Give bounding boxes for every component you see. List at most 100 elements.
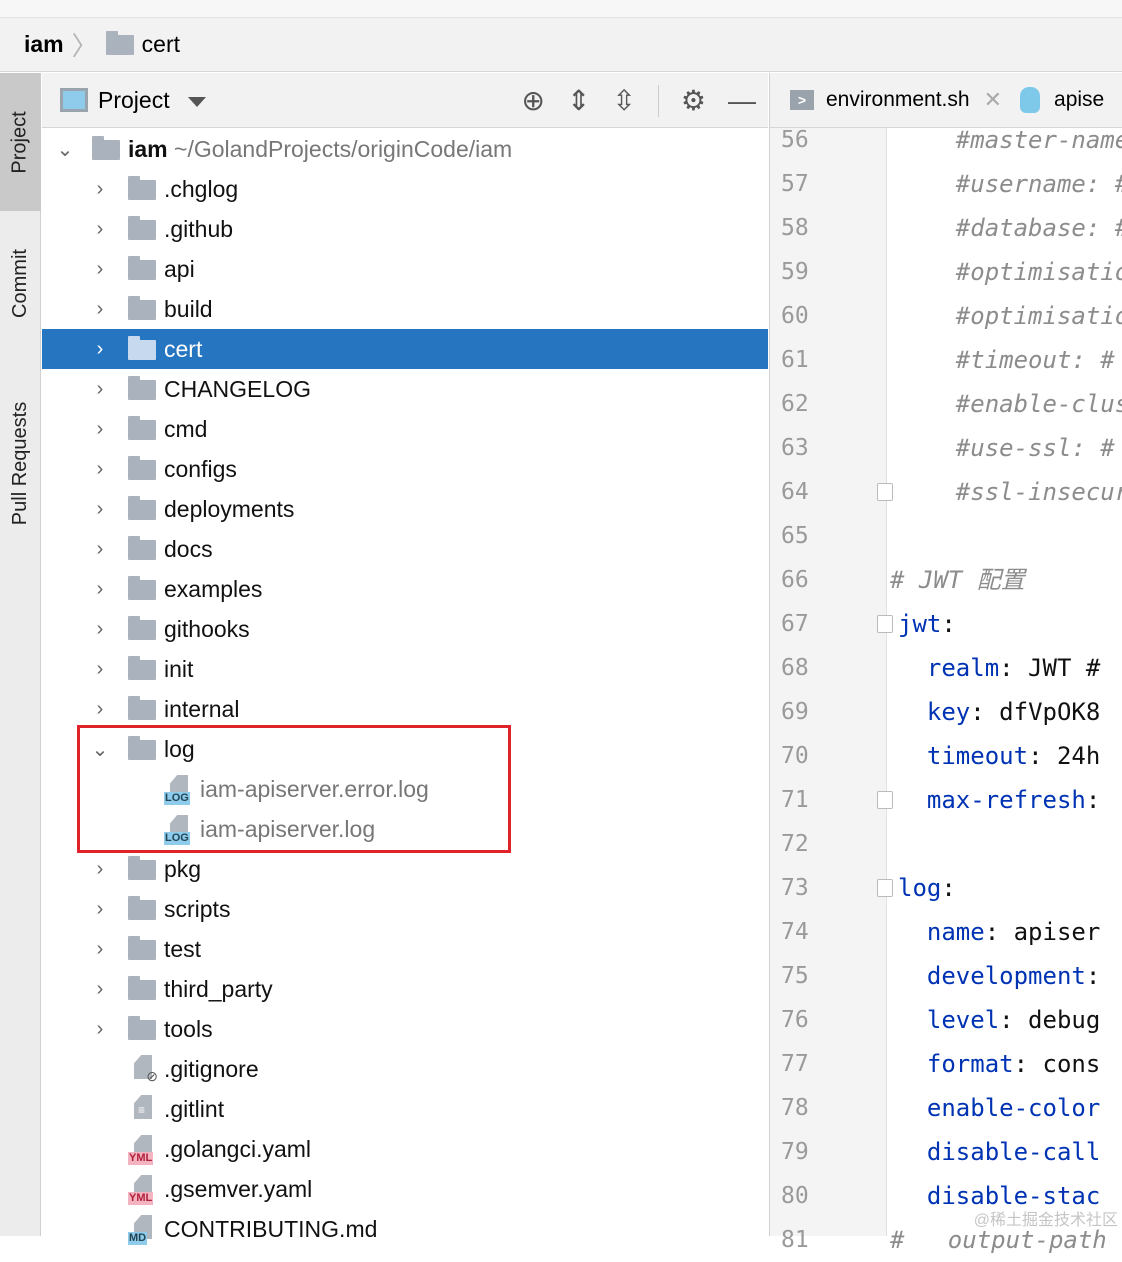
folder-icon [128, 216, 156, 240]
hide-icon[interactable]: — [728, 85, 756, 117]
tree-item[interactable]: › examples [42, 569, 768, 609]
folder-icon [128, 416, 156, 440]
line-number: 64 [781, 479, 809, 505]
chevron-right-icon[interactable]: › [90, 698, 110, 721]
line-number: 69 [781, 699, 809, 725]
chevron-right-icon[interactable]: › [90, 618, 110, 641]
chevron-right-icon[interactable]: › [90, 418, 110, 441]
line-number: 78 [781, 1095, 809, 1121]
chevron-right-icon[interactable]: › [90, 938, 110, 961]
fold-marker-icon[interactable] [877, 483, 893, 501]
dropdown-arrow-icon[interactable] [187, 96, 206, 107]
breadcrumb-current[interactable]: cert [142, 31, 180, 58]
tree-item[interactable]: MD CONTRIBUTING.md [42, 1209, 768, 1249]
chevron-right-icon[interactable]: › [90, 858, 110, 881]
folder-icon [128, 576, 156, 600]
chevron-right-icon[interactable]: › [90, 178, 110, 201]
folder-icon [128, 696, 156, 720]
tree-item[interactable]: › internal [42, 689, 768, 729]
tree-item[interactable]: › test [42, 929, 768, 969]
tree-item-label: .gitlint [164, 1095, 225, 1122]
chevron-right-icon[interactable]: › [90, 578, 110, 601]
chevron-right-icon[interactable]: › [90, 538, 110, 561]
tab-apiserver[interactable]: apise [1054, 88, 1104, 112]
chevron-right-icon[interactable]: › [90, 378, 110, 401]
code-line: realm: JWT # [926, 654, 1101, 682]
tree-item[interactable]: › githooks [42, 609, 768, 649]
fold-marker-icon[interactable] [877, 791, 893, 809]
folder-icon [128, 856, 156, 880]
chevron-down-icon[interactable]: ⌄ [55, 137, 75, 162]
editor: > environment.sh ✕ apise 56 57 58 59 60 61 62 6… [769, 73, 1122, 1254]
tree-item[interactable]: ≡ .gitlint [42, 1089, 768, 1129]
tree-item[interactable]: › third_party [42, 969, 768, 1009]
window-top-strip [0, 0, 1122, 18]
tree-item[interactable]: › CHANGELOG [42, 369, 768, 409]
tree-item-label: githooks [164, 615, 250, 642]
chevron-right-icon[interactable]: › [90, 658, 110, 681]
chevron-right-icon[interactable]: › [90, 338, 110, 361]
code-line: #database: # [955, 214, 1122, 242]
chevron-right-icon[interactable]: › [90, 898, 110, 921]
tree-item[interactable]: › cert [42, 329, 768, 369]
chevron-right-icon[interactable]: › [90, 458, 110, 481]
tree-item[interactable]: › configs [42, 449, 768, 489]
tree-item[interactable]: ⊘ .gitignore [42, 1049, 768, 1089]
chevron-right-icon[interactable]: › [90, 978, 110, 1001]
tree-item[interactable]: YML .golangci.yaml [42, 1129, 768, 1169]
line-number: 59 [781, 259, 809, 285]
line-number: 61 [781, 347, 809, 373]
tree-item[interactable]: › build [42, 289, 768, 329]
tab-environment-sh[interactable]: environment.sh [826, 88, 970, 112]
tree-item-label: tools [164, 1015, 213, 1042]
collapse-all-icon[interactable]: ⇳ [612, 84, 635, 117]
project-view-selector[interactable]: Project [98, 87, 170, 114]
tool-tab-pull-requests[interactable]: Pull Requests [0, 373, 41, 553]
tree-item[interactable]: › scripts [42, 889, 768, 929]
locate-icon[interactable]: ⊕ [521, 84, 544, 117]
tree-item[interactable]: › pkg [42, 849, 768, 889]
code-line: format: cons [926, 1050, 1101, 1078]
tool-tab-project[interactable]: Project [0, 73, 41, 211]
tree-item[interactable]: › .chglog [42, 169, 768, 209]
code-line: #master-name [955, 126, 1122, 154]
breadcrumb: iam 〉 cert [0, 18, 1122, 72]
code-line: timeout: 24h [926, 742, 1101, 770]
chevron-right-icon[interactable]: › [90, 498, 110, 521]
tree-item[interactable]: › tools [42, 1009, 768, 1049]
tree-item[interactable]: › cmd [42, 409, 768, 449]
tab-label: Pull Requests [9, 401, 31, 525]
folder-icon [128, 336, 156, 360]
code-line: #enable-clus [955, 390, 1122, 418]
chevron-right-icon[interactable]: › [90, 258, 110, 281]
tree-item[interactable]: › .github [42, 209, 768, 249]
tree-item[interactable]: YML .gsemver.yaml [42, 1169, 768, 1209]
tool-tab-commit[interactable]: Commit [0, 223, 41, 343]
line-number: 71 [781, 787, 809, 813]
tree-item-label: .chglog [164, 175, 239, 202]
tree-item-label: internal [164, 695, 240, 722]
line-number: 56 [781, 127, 809, 153]
line-number: 65 [781, 523, 809, 549]
chevron-right-icon[interactable]: › [90, 298, 110, 321]
chevron-right-icon[interactable]: › [90, 1018, 110, 1041]
tree-item[interactable]: › api [42, 249, 768, 289]
gear-icon[interactable]: ⚙ [681, 84, 706, 117]
tree-item[interactable]: › docs [42, 529, 768, 569]
fold-marker-icon[interactable] [877, 615, 893, 633]
chevron-right-icon[interactable]: › [90, 218, 110, 241]
line-number: 66 [781, 567, 809, 593]
tree-item-label: build [164, 295, 213, 322]
close-icon[interactable]: ✕ [984, 87, 1002, 113]
tree-item-label: CONTRIBUTING.md [164, 1215, 378, 1242]
breadcrumb-root[interactable]: iam [24, 31, 64, 58]
tree-item-label: deployments [164, 495, 295, 522]
tree-item[interactable]: › init [42, 649, 768, 689]
line-number: 76 [781, 1007, 809, 1033]
tree-root[interactable]: ⌄ iam ~/GolandProjects/originCode/iam [42, 129, 768, 169]
fold-marker-icon[interactable] [877, 879, 893, 897]
folder-icon [92, 136, 120, 160]
line-number: 80 [781, 1183, 809, 1209]
expand-all-icon[interactable]: ⇕ [567, 84, 590, 117]
tree-item[interactable]: › deployments [42, 489, 768, 529]
